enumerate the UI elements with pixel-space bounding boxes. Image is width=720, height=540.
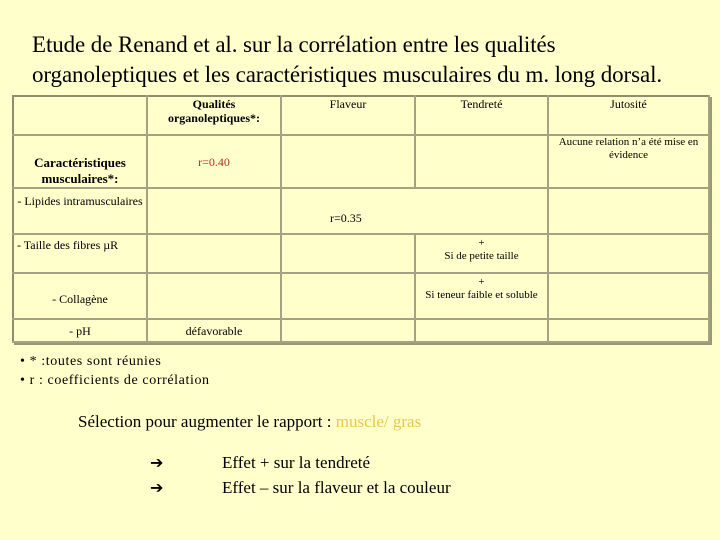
table-row: Caractéristiques musculaires*: r=0.40 Au… [12,134,710,189]
header-qualites: Qualités organoleptiques*: [146,95,282,136]
row-label: - pH [12,318,148,343]
plus-sign: + [478,276,485,288]
cell-flaveur [280,318,416,343]
right-arrow-icon: ➔ [150,453,164,472]
cell-flaveur [280,134,416,189]
row-label: - Taille des fibres µR [12,233,148,274]
title-line-1: Etude de Renand et al. sur la corrélatio… [32,32,556,57]
effect-item: ➔ Effet + sur la tendreté [150,450,451,475]
effect-text: Effet + sur la tendreté [222,453,371,472]
row-label: Caractéristiques musculaires*: [12,134,148,189]
table-row: - pH défavorable [12,318,710,343]
header-tendrete: Tendreté [414,95,549,136]
cell-flaveur-tendrete: r=0.35 [280,187,549,235]
footnote-asterisk: • * :toutes sont réunies [20,354,162,369]
table-row: - Taille des fibres µR + Si de petite ta… [12,233,710,274]
cell-qualites [146,272,282,320]
tendrete-note: Si de petite taille [444,250,519,262]
cell-jutosite: Aucune relation n’a été mise en évidence [547,134,710,189]
cell-tendrete [414,134,549,189]
cell-qualites: r=0.40 [146,134,282,189]
effect-item: ➔ Effet – sur la flaveur et la couleur [150,475,451,500]
cell-jutosite [547,272,710,320]
cell-jutosite [547,318,710,343]
cell-flaveur [280,233,416,274]
footnote-r: • r : coefficients de corrélation [20,373,210,388]
row-label: - Lipides intramusculaires [12,187,148,235]
tendrete-note: Si teneur faible et soluble [425,289,538,301]
selection-highlight: muscle/ gras [335,412,422,431]
cell-jutosite [547,187,710,235]
cell-qualites [146,187,282,235]
header-corner-cell [12,95,148,136]
header-jutosite: Jutosité [547,95,710,136]
cell-qualites: défavorable [146,318,282,343]
selection-statement: Sélection pour augmenter le rapport : mu… [78,412,421,432]
header-flaveur: Flaveur [280,95,416,136]
table-row: - Lipides intramusculaires r=0.35 [12,187,710,235]
cell-jutosite [547,233,710,274]
cell-tendrete: + Si teneur faible et soluble [414,272,549,320]
row-label: - Collagène [12,272,148,320]
cell-qualites [146,233,282,274]
title-line-2: organoleptiques et les caractéristiques … [32,62,663,87]
plus-sign: + [478,237,485,249]
cell-tendrete [414,318,549,343]
cell-tendrete: + Si de petite taille [414,233,549,274]
selection-prefix: Sélection pour augmenter le rapport : [78,412,336,431]
effects-list: ➔ Effet + sur la tendreté ➔ Effet – sur … [150,450,451,500]
right-arrow-icon: ➔ [150,478,164,497]
effect-text: Effet – sur la flaveur et la couleur [222,478,451,497]
footnotes: • * :toutes sont réunies • r : coefficie… [20,352,210,390]
cell-flaveur [280,272,416,320]
table-header-row: Qualités organoleptiques*: Flaveur Tendr… [12,95,710,136]
table-row: - Collagène + Si teneur faible et solubl… [12,272,710,320]
slide-title: Etude de Renand et al. sur la corrélatio… [32,30,720,90]
correlation-table: Qualités organoleptiques*: Flaveur Tendr… [12,95,710,343]
